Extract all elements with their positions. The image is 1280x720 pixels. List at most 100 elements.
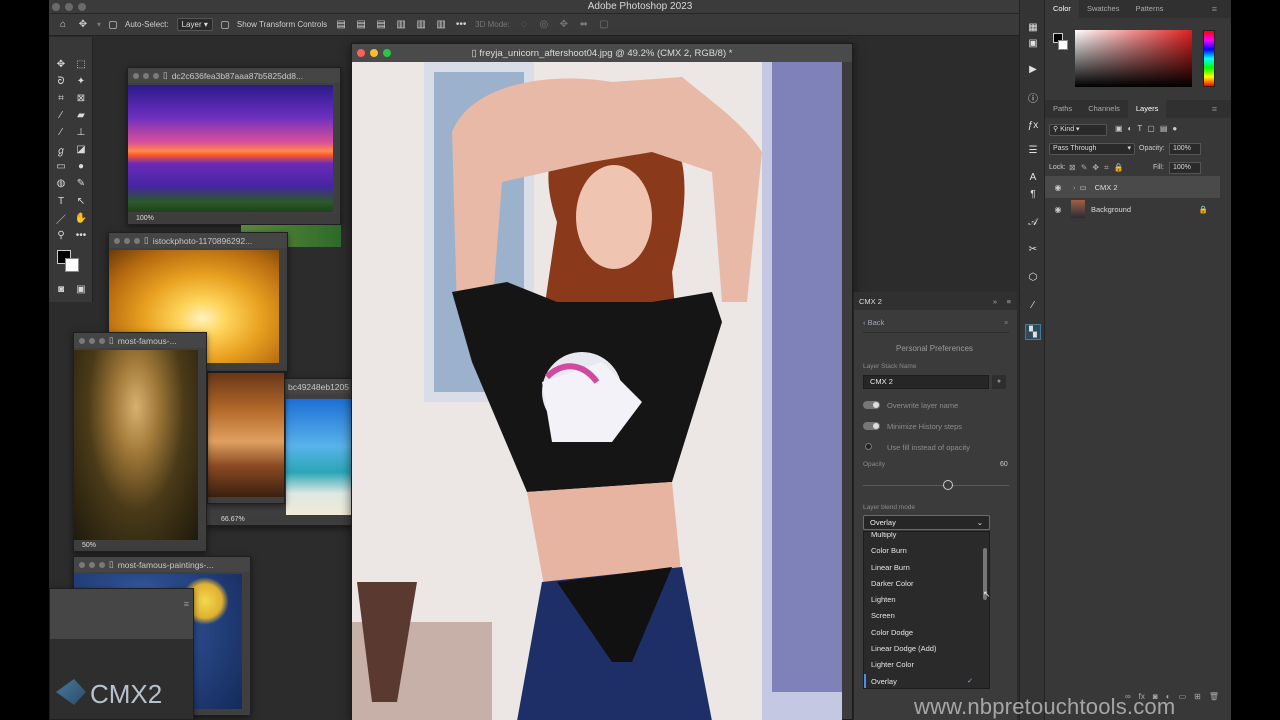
blend-option[interactable]: Lighter Color [864, 657, 989, 673]
zoom-icon[interactable]: ⚲ [54, 228, 68, 242]
3d-roll-icon[interactable]: ◎ [538, 19, 550, 31]
brush-settings-icon[interactable]: ⁄ [1026, 298, 1040, 312]
blend-option[interactable]: Darker Color [864, 576, 989, 592]
color-bg-swatch[interactable] [1058, 40, 1068, 50]
move-tool-icon[interactable]: ✥ [77, 19, 89, 31]
settings-icon[interactable]: ● [992, 375, 1006, 389]
character-icon[interactable]: A [1026, 170, 1040, 184]
healing-icon[interactable]: ▰ [74, 108, 88, 122]
auto-select-dropdown[interactable]: Layer ▾ [176, 18, 213, 31]
frame-icon[interactable]: ⊠ [74, 91, 88, 105]
align-bottom-icon[interactable]: ▥ [435, 19, 447, 31]
more-icon[interactable]: ••• [455, 19, 467, 31]
cmx-plugin-icon[interactable]: ▚ [1025, 324, 1041, 340]
quick-mask-icon[interactable]: ◙ [54, 282, 68, 296]
doc-titlebar[interactable]: ▯ dc2c636fea3b87aaa87b5825dd8... [128, 68, 340, 83]
paragraph-icon[interactable]: ¶ [1026, 187, 1040, 201]
auto-select-checkbox[interactable] [109, 20, 118, 29]
doc-window-sunset[interactable]: ▯ dc2c636fea3b87aaa87b5825dd8... 100% [127, 67, 341, 225]
stack-name-input[interactable]: CMX 2 [863, 375, 989, 389]
background-color-swatch[interactable] [65, 258, 79, 272]
pen-icon[interactable]: ✎ [74, 176, 88, 190]
blend-option[interactable]: Color Burn [864, 543, 989, 559]
tab-paths[interactable]: Paths [1045, 100, 1080, 118]
main-document-window[interactable]: ▯ freyja_unicorn_aftershoot04.jpg @ 49.2… [351, 43, 853, 720]
adjustments-icon[interactable]: ☰ [1026, 143, 1040, 157]
eye-icon[interactable]: ◉ [1051, 183, 1065, 192]
move-icon[interactable]: ✥ [54, 57, 68, 71]
path-select-icon[interactable]: ↖ [74, 194, 88, 208]
blend-option[interactable]: Lighten [864, 592, 989, 608]
blend-option[interactable]: Multiply [864, 532, 989, 543]
align-left-icon[interactable]: ▤ [335, 19, 347, 31]
3d-icon[interactable]: ⬡ [1026, 270, 1040, 284]
line-icon[interactable]: ／ [54, 211, 68, 226]
eraser-icon[interactable]: ◪ [74, 142, 88, 156]
doc-titlebar[interactable]: ▯ most-famous-... [74, 333, 206, 348]
chevron-down-icon[interactable]: ▾ [97, 20, 101, 29]
info-icon[interactable]: ⓘ [1026, 90, 1040, 105]
panel-menu-icon[interactable]: ≡ [1204, 0, 1225, 18]
3d-slide-icon[interactable]: ⬌ [578, 19, 590, 31]
minimize-toggle[interactable] [863, 422, 880, 430]
collapse-icon[interactable]: » [993, 297, 997, 306]
close-dot[interactable] [357, 49, 365, 57]
trash-icon[interactable]: 🗑 [1209, 692, 1219, 701]
blend-option[interactable]: Linear Burn [864, 560, 989, 576]
close-icon[interactable]: × [1004, 318, 1008, 327]
use-fill-radio[interactable] [865, 443, 872, 450]
history-icon[interactable]: ▦ [1026, 20, 1040, 34]
marquee-icon[interactable]: ⬚ [74, 57, 88, 71]
dodge-icon[interactable]: ◍ [54, 176, 68, 190]
align-right-icon[interactable]: ▤ [375, 19, 387, 31]
tab-channels[interactable]: Channels [1080, 100, 1128, 118]
chevron-right-icon[interactable]: › [1073, 183, 1076, 192]
zoom-dot[interactable] [383, 49, 391, 57]
home-icon[interactable]: ⌂ [57, 19, 69, 31]
blend-mode-dropdown[interactable]: Overlay ⌄ [863, 515, 990, 530]
panel-menu-icon[interactable]: ≡ [1007, 297, 1011, 306]
blend-option[interactable]: Color Dodge [864, 625, 989, 641]
layer-row-cmx2[interactable]: ◉ › ▭ CMX 2 [1045, 176, 1220, 198]
hue-slider[interactable] [1203, 30, 1215, 87]
lasso-icon[interactable]: ᘐ [54, 74, 68, 88]
layer-row-background[interactable]: ◉ Background 🔒 [1045, 198, 1220, 220]
doc-titlebar[interactable]: ▯ most-famous-paintings-... [74, 557, 250, 572]
new-layer-icon[interactable]: ⊞ [1194, 692, 1201, 701]
panel-menu-icon[interactable]: ≡ [1204, 100, 1225, 118]
align-center-icon[interactable]: ▤ [355, 19, 367, 31]
eyedropper-icon[interactable]: ⁄ [54, 108, 68, 122]
filter-icons[interactable]: ▣◐T▢▤● [1115, 124, 1182, 133]
tab-patterns[interactable]: Patterns [1127, 0, 1171, 18]
overwrite-toggle[interactable] [863, 401, 880, 409]
stamp-icon[interactable]: ⊥ [74, 125, 88, 139]
3d-scale-icon[interactable]: ▢ [598, 19, 610, 31]
3d-rotate-icon[interactable]: ◌ [518, 19, 530, 31]
kind-filter-dropdown[interactable]: ⚲ Kind ▾ [1049, 124, 1107, 136]
color-field[interactable] [1075, 30, 1192, 87]
tab-swatches[interactable]: Swatches [1079, 0, 1128, 18]
panel-menu-icon[interactable]: ≡ [184, 599, 189, 609]
gradient-icon[interactable]: ▭ [54, 159, 68, 173]
doc-titlebar[interactable]: ▯ istockphoto-1170896292... [109, 233, 287, 248]
blur-icon[interactable]: ● [74, 159, 88, 173]
align-top-icon[interactable]: ▥ [395, 19, 407, 31]
fx-icon[interactable]: ƒx [1026, 118, 1040, 132]
magic-wand-icon[interactable]: ✦ [74, 74, 88, 88]
type-icon[interactable]: T [54, 194, 68, 208]
doc-window-cave[interactable] [207, 372, 285, 504]
transform-controls-checkbox[interactable] [220, 20, 229, 29]
tools-icon[interactable]: ✂ [1026, 242, 1040, 256]
opacity-slider-track[interactable] [863, 485, 1009, 486]
minimize-dot[interactable] [370, 49, 378, 57]
layer-blend-dropdown[interactable]: Pass Through ▾ [1049, 143, 1135, 155]
opacity-slider-thumb[interactable] [943, 480, 953, 490]
doc-window-mona[interactable]: ▯ most-famous-... 50% [73, 332, 207, 552]
opacity-input[interactable]: 100% [1169, 143, 1201, 155]
lock-icons[interactable]: ⊠✎✥⌗🔒 [1069, 163, 1129, 173]
crop-icon[interactable]: ⌗ [54, 91, 68, 105]
hand-icon[interactable]: ✋ [74, 211, 88, 225]
blend-option[interactable]: Screen [864, 608, 989, 624]
play-icon[interactable]: ▶ [1026, 62, 1040, 76]
3d-drag-icon[interactable]: ✥ [558, 19, 570, 31]
